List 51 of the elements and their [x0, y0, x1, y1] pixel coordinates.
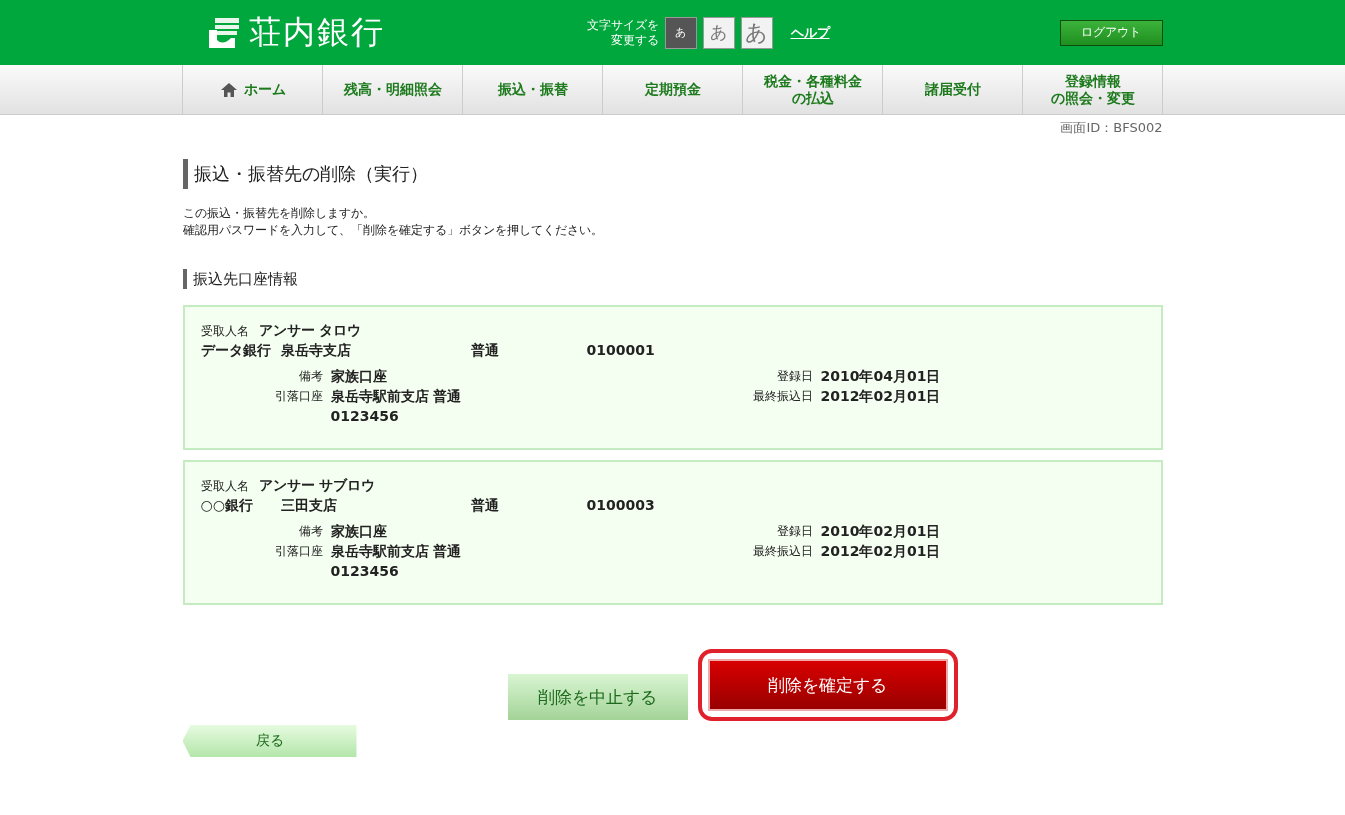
field-label: 備考: [297, 368, 323, 385]
intro-text: この振込・振替先を削除しますか。 確認用パスワードを入力して、「削除を確定する」ボタンを押してください。: [182, 205, 604, 239]
nav-tab[interactable]: 振込・振替: [463, 65, 603, 114]
payee-name: アンサー タロウ: [258, 321, 362, 340]
field-value: 家族口座: [330, 522, 388, 541]
branch-name: 三田支店: [280, 496, 338, 515]
account-number: 0100003: [586, 496, 656, 515]
bank-name: データ銀行: [200, 341, 272, 360]
cancel-delete-button[interactable]: 削除を中止する: [507, 674, 688, 720]
field-label: 最終振込日: [751, 388, 813, 405]
account-type: 普通: [470, 496, 500, 515]
field-value: 2012年02月01日: [820, 387, 942, 406]
nav-tab[interactable]: ホーム: [183, 65, 323, 114]
home-icon: [219, 81, 238, 98]
help-link[interactable]: ヘルプ: [790, 23, 830, 42]
account-type: 普通: [470, 341, 500, 360]
confirm-delete-button[interactable]: 削除を確定する: [707, 659, 948, 711]
field-label: 受取人名: [200, 323, 249, 340]
back-button[interactable]: 戻る: [182, 725, 357, 757]
field-label: 引落口座: [273, 543, 323, 560]
field-label: 備考: [297, 523, 323, 540]
section-title: 振込先口座情報: [182, 269, 1163, 289]
font-size-button[interactable]: あ: [664, 16, 697, 49]
font-size-label: 文字サイズを 変更する: [586, 17, 659, 48]
field-label: 引落口座: [273, 388, 323, 405]
logout-button[interactable]: ログアウト: [1059, 19, 1163, 46]
nav-tab[interactable]: 残高・明細照会: [323, 65, 463, 114]
nav-tab[interactable]: 定期預金: [603, 65, 743, 114]
branch-name: 泉岳寺支店: [280, 341, 352, 360]
bank-logo-text: 荘内銀行: [248, 11, 385, 53]
field-label: 登録日: [775, 523, 813, 540]
nav-tab[interactable]: 諸届受付: [883, 65, 1023, 114]
field-value: 2010年02月01日: [820, 522, 942, 541]
field-value: 泉岳寺駅前支店 普通 0123456: [330, 387, 463, 426]
logo-icon: [206, 15, 241, 50]
payee-name: アンサー サブロウ: [258, 476, 376, 495]
font-size-button[interactable]: あ: [740, 16, 773, 49]
field-value: 家族口座: [330, 367, 388, 386]
field-value: 2010年04月01日: [820, 367, 942, 386]
nav-tab[interactable]: 登録情報 の照会・変更: [1023, 65, 1163, 114]
screen-id: 画面ID：BFS002: [1059, 119, 1163, 137]
font-size-button[interactable]: あ: [702, 16, 735, 49]
bank-name: ○○銀行: [200, 496, 254, 515]
page-title: 振込・振替先の削除（実行）: [182, 159, 1163, 189]
field-label: 最終振込日: [751, 543, 813, 560]
field-value: 2012年02月01日: [820, 542, 942, 561]
field-value: 泉岳寺駅前支店 普通 0123456: [330, 542, 463, 581]
nav-tab[interactable]: 税金・各種料金 の払込: [743, 65, 883, 114]
field-label: 受取人名: [200, 478, 249, 495]
account-number: 0100001: [586, 341, 656, 360]
field-label: 登録日: [775, 368, 813, 385]
